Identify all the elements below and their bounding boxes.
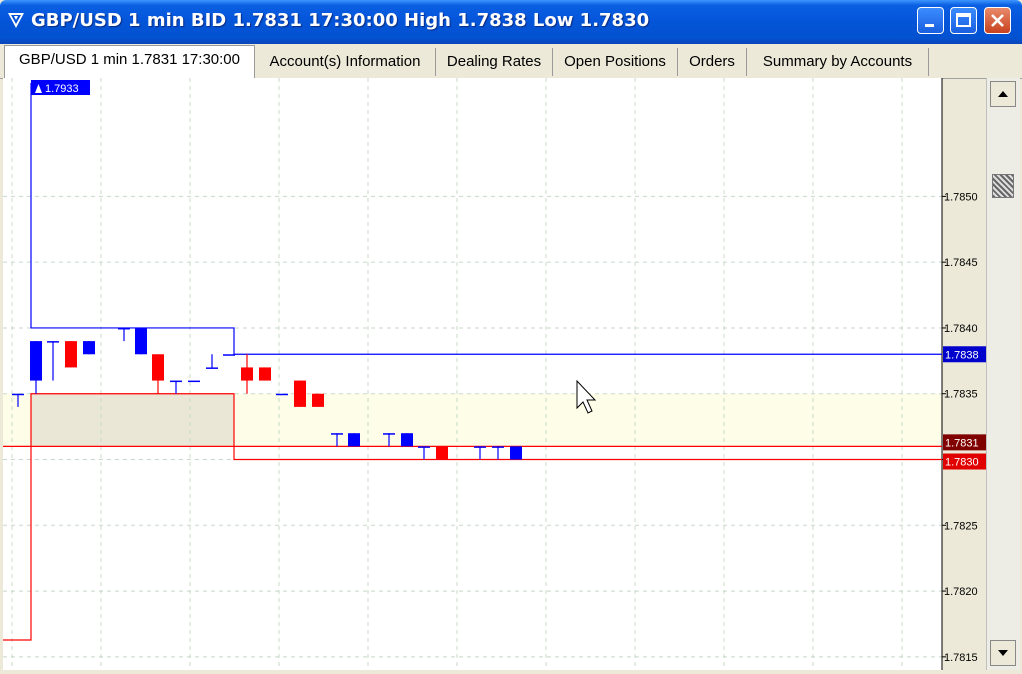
high-price-label: 1.7838 [945, 349, 979, 361]
fxcm-logo-icon [8, 13, 24, 28]
candle-body [294, 380, 306, 407]
close-icon [991, 14, 1004, 27]
candle-body [436, 446, 448, 460]
candle-body [331, 433, 343, 435]
arrow-down-icon [998, 650, 1008, 656]
minimize-button[interactable] [917, 7, 944, 34]
candle-body [348, 433, 360, 447]
plot-background [3, 78, 942, 670]
candle-body [401, 433, 413, 447]
tab-accounts-information[interactable]: Account(s) Information [255, 48, 436, 76]
y-tick-label: 1.7820 [944, 586, 978, 598]
candle-body [474, 446, 486, 448]
scroll-down-button[interactable] [990, 640, 1016, 666]
vertical-scrollbar[interactable] [986, 78, 1020, 670]
candle-body [135, 327, 147, 355]
arrow-up-icon [998, 91, 1008, 97]
candle-body [30, 341, 42, 381]
candle-body [241, 367, 253, 381]
candle-body [418, 446, 430, 448]
candle-body [259, 367, 271, 381]
candle-body [223, 354, 235, 356]
low-price-label: 1.7830 [945, 457, 979, 469]
candle-body [152, 354, 164, 381]
y-tick-label: 1.7835 [944, 389, 978, 401]
title-bar[interactable]: GBP/USD 1 min BID 1.7831 17:30:00 High 1… [0, 0, 1022, 44]
bid-price-label: 1.7831 [945, 437, 979, 449]
candle-body [12, 393, 24, 396]
tab-gbpusd-chart[interactable]: GBP/USD 1 min 1.7831 17:30:00 [4, 45, 255, 78]
peak-label: 1.7933 [45, 83, 79, 95]
window-title: GBP/USD 1 min BID 1.7831 17:30:00 High 1… [31, 10, 650, 31]
y-tick-label: 1.7845 [944, 257, 978, 269]
gray-zone-box [31, 393, 234, 447]
candle-body [492, 446, 504, 448]
candle-body [47, 341, 59, 343]
candle-body [312, 393, 324, 407]
tab-summary-by-accounts[interactable]: Summary by Accounts [747, 48, 929, 76]
maximize-button[interactable] [950, 7, 977, 34]
minimize-icon [925, 24, 934, 27]
price-chart[interactable]: 1.7815 1.7820 1.7825 1.7830 1.7835 1.7840 1.78… [3, 78, 986, 670]
maximize-icon [956, 13, 971, 27]
tab-dealing-rates[interactable]: Dealing Rates [436, 48, 553, 76]
candle-body [83, 341, 95, 355]
chart-window: GBP/USD 1 min BID 1.7831 17:30:00 High 1… [0, 0, 1022, 674]
candle-body [510, 446, 522, 460]
candle-body [276, 393, 288, 396]
y-tick-label: 1.7840 [944, 323, 978, 335]
candle-body [383, 433, 395, 435]
candle-body [65, 341, 77, 368]
candle-body [118, 327, 130, 330]
y-tick-label: 1.7825 [944, 520, 978, 532]
scroll-up-button[interactable] [990, 81, 1016, 107]
y-tick-label: 1.7815 [944, 652, 978, 664]
candle-body [170, 380, 182, 383]
y-tick-label: 1.7850 [944, 191, 978, 203]
scroll-thumb[interactable] [992, 174, 1014, 198]
tab-orders[interactable]: Orders [678, 48, 747, 76]
candle-body [188, 380, 200, 383]
candle-body [206, 367, 218, 369]
tab-open-positions[interactable]: Open Positions [553, 48, 678, 76]
close-button[interactable] [984, 7, 1011, 34]
tab-bar: GBP/USD 1 min 1.7831 17:30:00 Account(s)… [0, 44, 1022, 79]
